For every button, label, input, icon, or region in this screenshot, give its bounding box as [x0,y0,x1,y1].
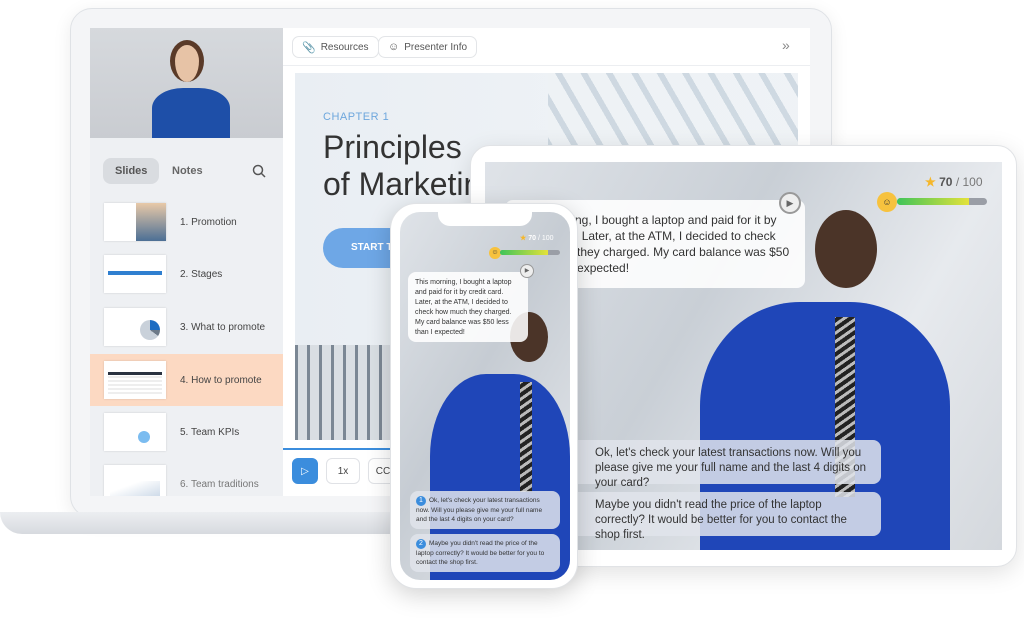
presenter-video [90,28,283,138]
star-icon: ★ [520,235,527,242]
replay-audio-icon[interactable]: ▶ [520,264,534,278]
slide-label: 2. Stages [180,268,223,280]
presenter-info-button[interactable]: ☺ Presenter Info [378,36,478,58]
presenter-body [152,88,230,138]
slide-item-1[interactable]: 1. Promotion [90,196,283,248]
option-text: Maybe you didn't read the price of the l… [416,540,545,566]
building-image [295,345,395,440]
slide-thumbnail [104,203,166,241]
slide-label: 4. How to promote [180,374,262,386]
option-number: 1 [416,496,426,506]
score-display: ★ 70 / 100 [520,235,554,242]
tab-slides[interactable]: Slides [103,158,160,184]
mood-emoji-icon: ☺ [877,192,897,212]
phone-notch [438,212,532,226]
resources-button[interactable]: 📎 Resources [292,36,379,58]
character-tie [520,382,532,492]
resources-label: Resources [320,41,369,53]
customer-message: This morning, I bought a laptop and paid… [408,272,528,342]
chapter-label: CHAPTER 1 [323,111,390,123]
answer-option-1[interactable]: 1 Ok, let's check your latest transaction… [410,491,560,529]
mood-progress-bar [500,250,560,255]
slide-item-5[interactable]: 5. Team KPIs [90,406,283,458]
option-text: Ok, let's check your latest transactions… [416,497,543,523]
slide-item-3[interactable]: 3. What to promote [90,301,283,353]
collapse-panel-icon[interactable]: » [782,37,790,53]
star-icon: ★ [925,175,936,189]
speed-button[interactable]: 1x [326,458,360,484]
play-button[interactable]: ▷ [292,458,318,484]
answer-option-2[interactable]: 2 Maybe you didn't read the price of the … [410,534,560,572]
slide-item-6[interactable]: 6. Team traditions [90,458,283,496]
slide-thumbnail [104,308,166,346]
presenter-face [170,40,204,82]
person-icon: ☺ [388,41,400,53]
paperclip-icon: 📎 [302,41,316,54]
slide-label: 3. What to promote [180,321,266,333]
slide-thumbnail [104,255,166,293]
slide-thumbnail [104,465,166,496]
mood-progress-bar [897,198,987,205]
score-display: ★ 70 / 100 [925,175,983,189]
slides-sidebar: Slides Notes 1. Promotion 2. Stages 3. W… [90,138,283,496]
toolbar-divider [283,65,810,66]
slide-thumbnail [104,361,166,399]
tab-notes[interactable]: Notes [160,158,215,184]
slide-label: 1. Promotion [180,216,237,228]
slide-item-2[interactable]: 2. Stages [90,248,283,300]
presenter-info-label: Presenter Info [404,41,468,53]
phone-screen: ★ 70 / 100 ☺ This morning, I bought a la… [400,212,570,580]
replay-audio-icon[interactable]: ▶ [779,192,801,214]
slide-item-4[interactable]: 4. How to promote [90,354,283,406]
character-head [815,210,877,288]
search-icon[interactable] [252,164,266,178]
slide-label: 6. Team traditions [180,478,259,490]
option-number: 2 [416,539,426,549]
slide-thumbnail [104,413,166,451]
slide-label: 5. Team KPIs [180,426,240,438]
play-icon: ▷ [301,465,309,477]
